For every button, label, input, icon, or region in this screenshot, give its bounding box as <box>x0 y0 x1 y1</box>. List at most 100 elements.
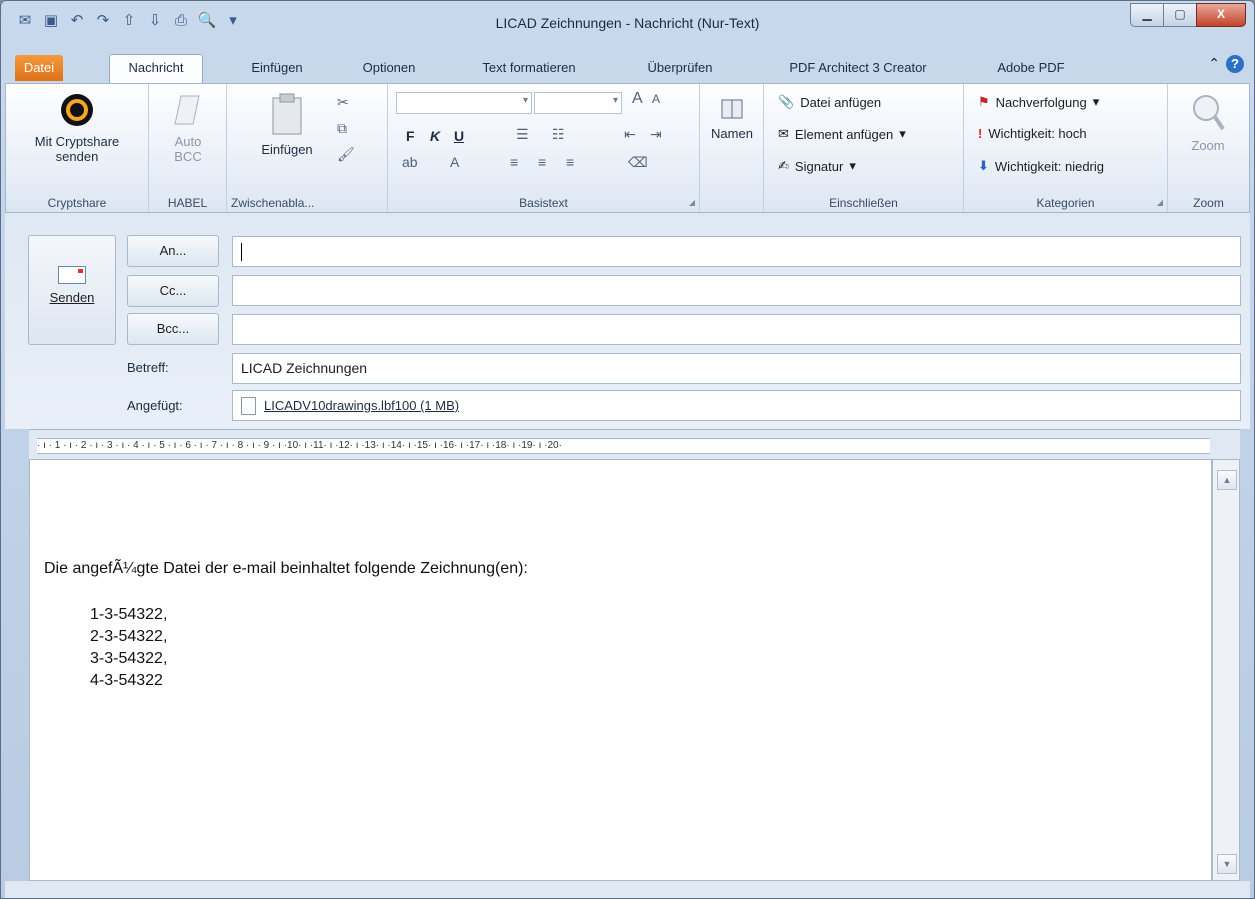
scroll-up-icon[interactable]: ▲ <box>1217 470 1237 490</box>
numbering-icon[interactable]: ☷ <box>552 126 565 143</box>
tags-launcher-icon[interactable]: ◢ <box>1157 198 1163 207</box>
font-name-combo[interactable] <box>396 92 532 114</box>
window-bottom-frame <box>5 881 1250 898</box>
title-bar: ✉ ▣ ↶ ↷ ⇧ ⇩ ⎙ 🔍 ▾ LICAD Zeichnungen - Na… <box>1 1 1254 49</box>
paste-label: Einfügen <box>261 142 313 157</box>
ruler[interactable]: · ı · 1 · ı · 2 · ı · 3 · ı · 4 · ı · 5 … <box>29 429 1240 460</box>
maximize-button[interactable]: ▢ <box>1163 3 1197 27</box>
group-label-habel: HABEL <box>167 196 208 210</box>
attached-label: Angefügt: <box>127 398 183 413</box>
group-label-cryptshare: Cryptshare <box>47 196 107 210</box>
attach-file-label: Datei anfügen <box>800 94 882 110</box>
tab-optionen[interactable]: Optionen <box>347 55 431 81</box>
attachment-link[interactable]: LICADV10drawings.lbf100 (1 MB) <box>264 398 459 413</box>
followup-button[interactable]: ⚑ Nachverfolgung ▾ <box>978 94 1099 110</box>
decrease-indent-icon[interactable]: ⇤ <box>624 126 636 143</box>
bold-button[interactable]: F <box>406 128 415 144</box>
importance-low-label: Wichtigkeit: niedrig <box>994 158 1105 174</box>
group-include: 📎 Datei anfügen ✉ Element anfügen ▾ ✍ Signat… <box>764 84 964 212</box>
cryptshare-send-button[interactable]: Mit Cryptshare senden <box>12 92 142 164</box>
auto-bcc-icon <box>174 95 200 125</box>
window-title: LICAD Zeichnungen - Nachricht (Nur-Text) <box>495 15 760 31</box>
minimize-button[interactable]: ▁ <box>1130 3 1164 27</box>
grow-font-button[interactable]: A <box>632 90 643 108</box>
underline-button[interactable]: U <box>454 128 464 144</box>
zoom-button[interactable]: Zoom <box>1178 92 1238 153</box>
attach-file-button[interactable]: 📎 Datei anfügen <box>778 94 881 110</box>
outlook-message-window: ✉ ▣ ↶ ↷ ⇧ ⇩ ⎙ 🔍 ▾ LICAD Zeichnungen - Na… <box>0 0 1255 899</box>
tab-datei[interactable]: Datei <box>15 55 63 81</box>
document-icon <box>241 397 256 416</box>
group-label-include: Einschließen <box>829 196 898 210</box>
highlight-icon[interactable]: ab <box>402 154 418 170</box>
followup-label: Nachverfolgung <box>995 94 1087 110</box>
group-cryptshare: Mit Cryptshare senden Cryptshare <box>6 84 149 212</box>
format-painter-icon[interactable]: 🖌 <box>337 146 355 163</box>
attach-item-button[interactable]: ✉ Element anfügen ▾ <box>778 126 906 142</box>
message-header: Senden An... Cc... Bcc... Betreff: LICAD… <box>5 213 1250 429</box>
minimize-ribbon-icon[interactable]: ⌃ <box>1208 55 1220 71</box>
paste-button[interactable]: Einfügen <box>247 92 327 157</box>
italic-button[interactable]: K <box>430 128 440 144</box>
font-color-icon[interactable]: A <box>450 154 459 170</box>
cc-button[interactable]: Cc... <box>127 275 219 307</box>
attachment-field[interactable]: LICADV10drawings.lbf100 (1 MB) <box>232 390 1241 421</box>
group-label-clipboard: Zwischenabla... <box>231 196 315 210</box>
importance-high-label: Wichtigkeit: hoch <box>988 126 1087 141</box>
group-tags: ⚑ Nachverfolgung ▾ ! Wichtigkeit: hoch ⬇ Wic… <box>964 84 1168 212</box>
send-button[interactable]: Senden <box>28 235 116 345</box>
to-field[interactable] <box>232 236 1241 267</box>
align-right-icon[interactable]: ≡ <box>566 154 574 170</box>
send-envelope-icon <box>58 266 86 284</box>
flag-icon: ⚑ <box>978 94 990 109</box>
cc-field[interactable] <box>232 275 1241 306</box>
bcc-field[interactable] <box>232 314 1241 345</box>
names-button[interactable]: Namen <box>706 98 758 141</box>
tab-pdf-architect[interactable]: PDF Architect 3 Creator <box>761 55 955 81</box>
close-button[interactable]: X <box>1196 3 1246 27</box>
attach-item-label: Element anfügen <box>794 126 894 142</box>
paste-icon <box>272 93 302 135</box>
address-book-icon <box>721 99 743 119</box>
bullets-icon[interactable]: ☰ <box>516 126 529 143</box>
vertical-scrollbar[interactable]: ▲ ▼ <box>1212 459 1240 881</box>
importance-high-button[interactable]: ! Wichtigkeit: hoch <box>978 126 1087 141</box>
tab-text-formatieren[interactable]: Text formatieren <box>459 55 599 81</box>
cut-icon[interactable]: ✂ <box>337 94 349 111</box>
ribbon-tabs: Datei Nachricht Einfügen Optionen Text f… <box>1 49 1254 83</box>
list-item: 3-3-54322, <box>90 650 168 667</box>
align-left-icon[interactable]: ≡ <box>510 154 518 170</box>
paperclip-icon: 📎 <box>778 94 795 109</box>
font-size-combo[interactable] <box>534 92 622 114</box>
message-body[interactable]: Die angefÃ¼gte Datei der e-mail beinhalt… <box>29 459 1212 881</box>
chevron-down-icon: ▾ <box>1092 94 1100 109</box>
auto-bcc-button[interactable]: Auto BCC <box>163 92 213 164</box>
auto-bcc-label: Auto BCC <box>174 134 202 164</box>
help-icon[interactable]: ? <box>1226 55 1244 73</box>
signature-button[interactable]: ✍ Signatur ▾ <box>778 158 856 174</box>
subject-field[interactable]: LICAD Zeichnungen <box>232 353 1241 384</box>
scroll-down-icon[interactable]: ▼ <box>1217 854 1237 874</box>
magnifier-icon <box>1193 95 1225 131</box>
copy-icon[interactable]: ⧉ <box>337 120 347 137</box>
tab-ueberpruefen[interactable]: Überprüfen <box>625 55 735 81</box>
tab-einfuegen[interactable]: Einfügen <box>233 55 321 81</box>
increase-indent-icon[interactable]: ⇥ <box>650 126 662 143</box>
bcc-button[interactable]: Bcc... <box>127 313 219 345</box>
tab-adobe-pdf[interactable]: Adobe PDF <box>979 55 1083 81</box>
to-button[interactable]: An... <box>127 235 219 267</box>
ribbon-help: ⌃? <box>1208 55 1244 73</box>
signature-icon: ✍ <box>778 158 789 173</box>
ribbon: Mit Cryptshare senden Cryptshare Auto BC… <box>5 83 1250 213</box>
tab-nachricht[interactable]: Nachricht <box>109 54 203 83</box>
importance-low-button[interactable]: ⬇ Wichtigkeit: niedrig <box>978 158 1104 174</box>
window-controls: ▁ ▢ X <box>1130 3 1246 27</box>
align-center-icon[interactable]: ≡ <box>538 154 546 170</box>
clear-formatting-icon[interactable]: ⌫ <box>628 154 648 171</box>
down-arrow-icon: ⬇ <box>978 158 989 173</box>
basic-text-launcher-icon[interactable]: ◢ <box>689 198 695 207</box>
exclamation-icon: ! <box>978 126 983 141</box>
shrink-font-button[interactable]: A <box>652 92 660 106</box>
group-names: Namen <box>700 84 764 212</box>
group-basic-text: A A F K U ☰ ☷ ⇤ ⇥ ab A ≡ ≡ ≡ ⌫ Basistext… <box>388 84 700 212</box>
